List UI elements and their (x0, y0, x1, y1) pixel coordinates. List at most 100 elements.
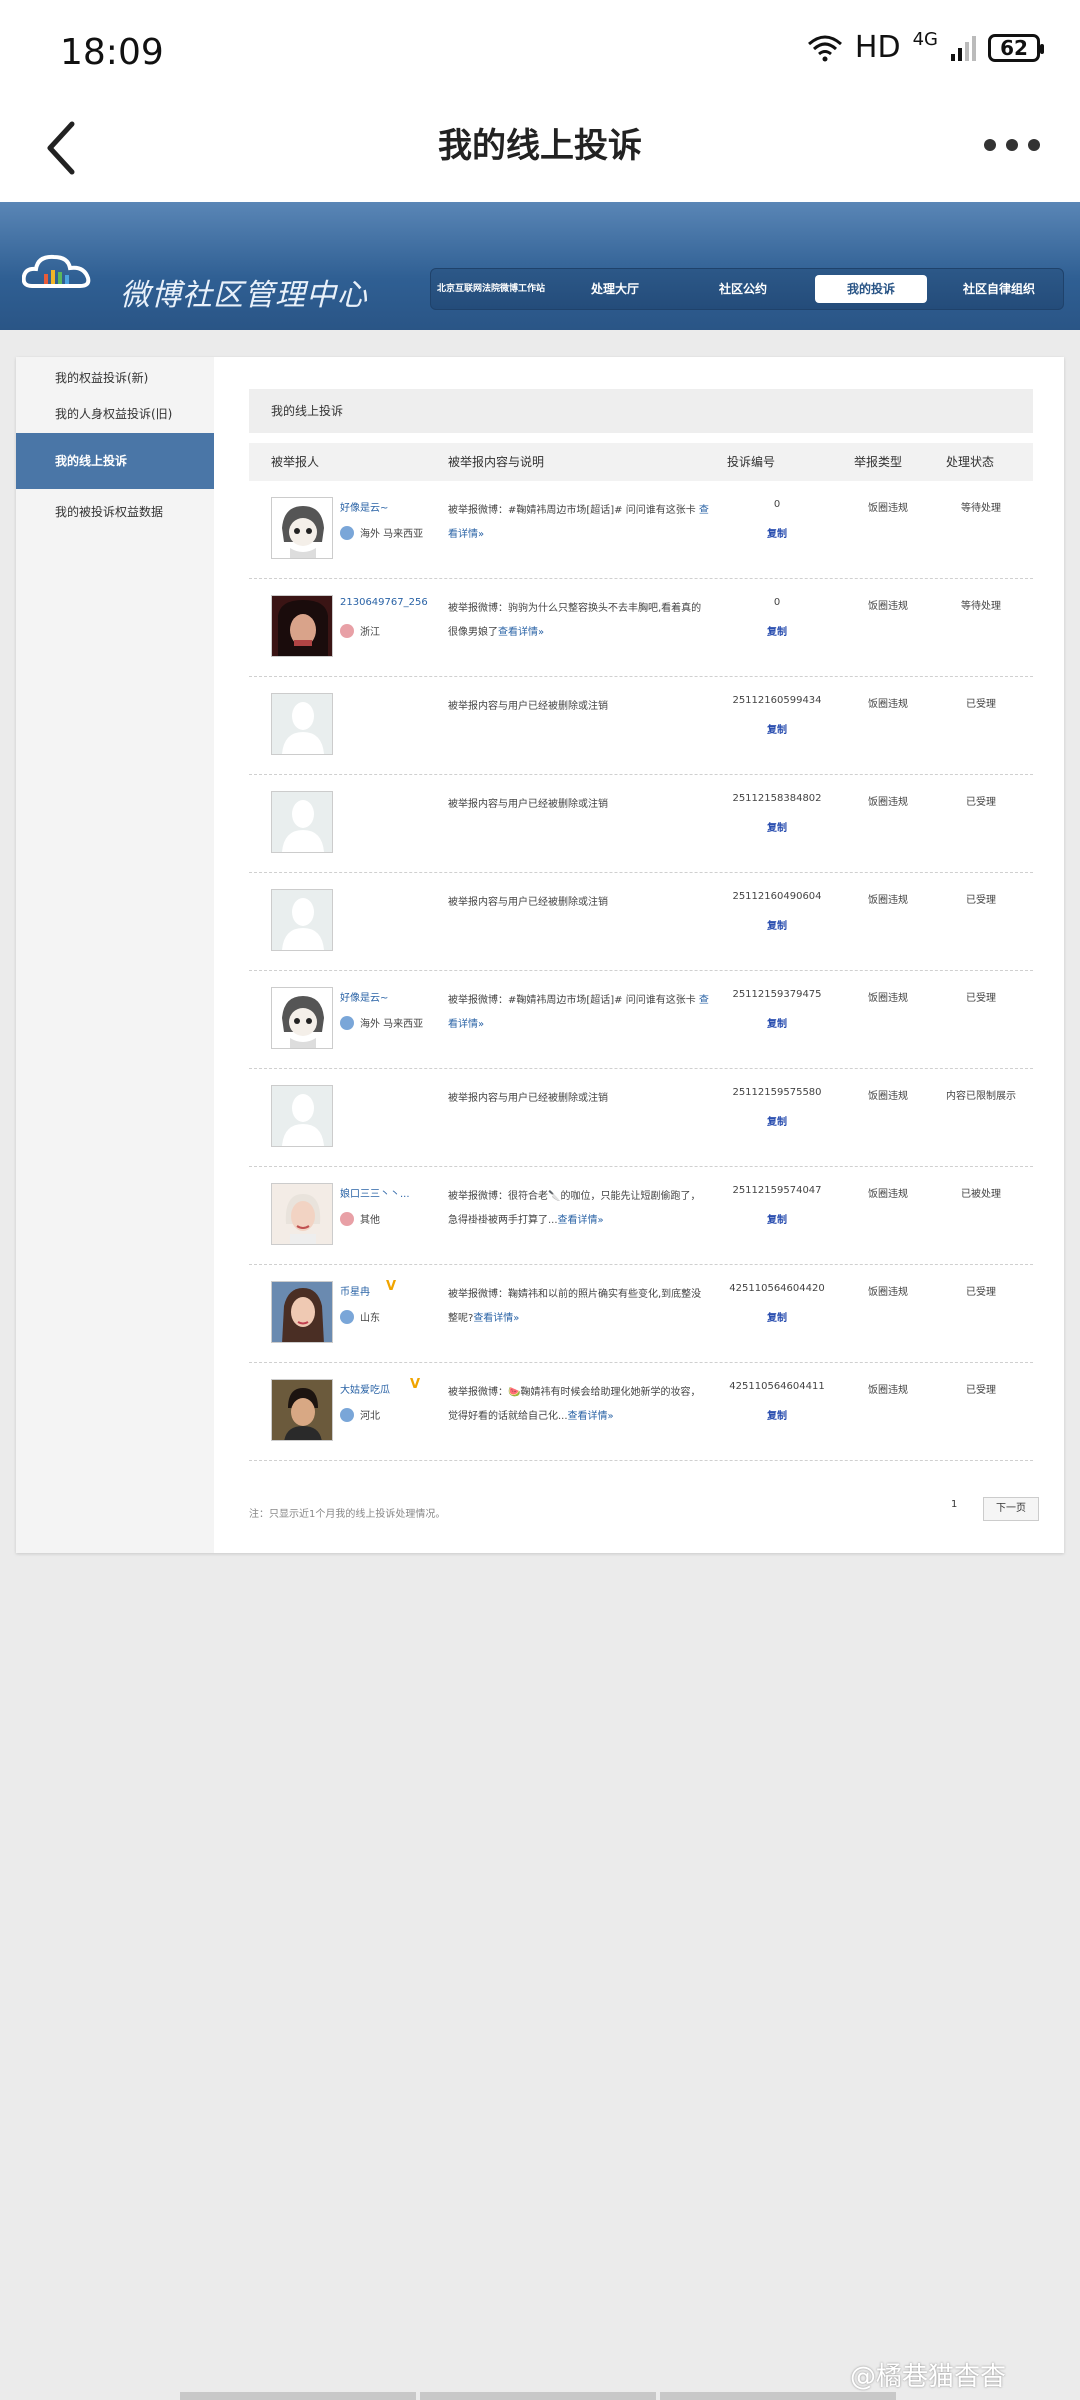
copy-button[interactable]: 复制 (697, 1015, 857, 1030)
copy-button[interactable]: 复制 (697, 525, 857, 540)
copy-button[interactable]: 复制 (697, 819, 857, 834)
watermark: @橘巷猫杳杳 (850, 2362, 1007, 2392)
report-type: 饭圈违规 (868, 601, 908, 612)
reported-user-name[interactable]: 2130649767_256 (340, 597, 428, 608)
table-row: 娘口三三丶丶... 其他 被举报微博：很符合老🔪的咖位，只能先让短剧偷跑了，急得褂褂… (249, 1167, 1033, 1265)
content-panel: 我的权益投诉(新) 我的人身权益投诉(旧) 我的线上投诉 我的被投诉权益数据 我… (16, 357, 1064, 1553)
more-dot-icon (984, 139, 996, 151)
location-text: 浙江 (360, 627, 380, 638)
user-location: 海外 马来西亚 (340, 525, 423, 540)
col-id: 投诉编号 (727, 455, 776, 469)
reported-user-name[interactable]: 币星冉 (340, 1283, 370, 1298)
complaint-id: 25112159575580 (732, 1087, 822, 1098)
location-text: 其他 (360, 1215, 380, 1226)
process-status: 已被处理 (961, 1189, 1001, 1200)
view-details-link[interactable]: 查看详情» (558, 1215, 604, 1226)
nav-item-court[interactable]: 北京互联网法院微博工作站 (431, 269, 551, 309)
description-text: 被举报内容与用户已经被删除或注销 (448, 701, 608, 712)
view-details-link[interactable]: 查看详情» (473, 1313, 519, 1324)
male-user-icon (340, 1015, 354, 1030)
location-text: 海外 马来西亚 (360, 529, 424, 540)
reported-user-name[interactable]: 好像是云~ (340, 989, 388, 1004)
male-user-icon (340, 1309, 354, 1324)
complaint-description: 被举报微博：驹驹为什么只整容换头不去丰胸吧,看着真的很像男娘了查看详情» (448, 597, 710, 645)
avatar[interactable] (271, 987, 333, 1049)
copy-button[interactable]: 复制 (697, 623, 857, 638)
male-user-icon (340, 525, 354, 540)
avatar[interactable] (271, 791, 333, 853)
process-status: 已受理 (966, 797, 996, 808)
copy-button[interactable]: 复制 (697, 917, 857, 932)
avatar[interactable] (271, 595, 333, 657)
avatar[interactable] (271, 1085, 333, 1147)
process-status: 等待处理 (961, 503, 1001, 514)
male-user-icon (340, 1407, 354, 1422)
description-text: 被举报内容与用户已经被删除或注销 (448, 897, 608, 908)
status-time: 18:09 (60, 32, 164, 73)
table-row: 好像是云~ 海外 马来西亚 被举报微博：#鞠婧祎周边市场[超话]# 问问谁有这张卡 … (249, 971, 1033, 1069)
nav-item-self-discipline[interactable]: 社区自律组织 (935, 269, 1063, 309)
page-number[interactable]: 1 (951, 1499, 957, 1510)
table-row: 币星冉 V 山东 被举报微博：鞠婧祎和以前的照片确实有些变化,到底整没整呢?查看详情»… (249, 1265, 1033, 1363)
description-text: 被举报内容与用户已经被删除或注销 (448, 799, 608, 810)
user-location: 河北 (340, 1407, 380, 1422)
top-nav: 北京互联网法院微博工作站 处理大厅 社区公约 我的投诉 社区自律组织 (430, 268, 1064, 310)
complaint-id: 0 (773, 597, 781, 608)
copy-button[interactable]: 复制 (697, 1407, 857, 1422)
reported-user-name[interactable]: 大姑爱吃瓜 (340, 1381, 390, 1396)
avatar[interactable] (271, 1281, 333, 1343)
nav-item-convention[interactable]: 社区公约 (679, 269, 807, 309)
complaint-description: 被举报内容与用户已经被删除或注销 (448, 793, 710, 817)
reported-user-name[interactable]: 娘口三三丶丶... (340, 1185, 410, 1200)
complaint-description: 被举报内容与用户已经被删除或注销 (448, 1087, 710, 1111)
battery-level: 62 (1000, 35, 1028, 60)
sidebar-item-online[interactable]: 我的线上投诉 (16, 433, 214, 489)
hd-indicator: HD (854, 30, 901, 65)
report-type: 饭圈违规 (868, 503, 908, 514)
report-type: 饭圈违规 (868, 895, 908, 906)
bottom-bar-segment (420, 2392, 656, 2400)
complaint-id: 425110564604420 (729, 1283, 825, 1294)
cell-type: 4G (912, 29, 938, 50)
report-type: 饭圈违规 (868, 1091, 908, 1102)
table-row: 被举报内容与用户已经被删除或注销 25112159575580 复制 饭圈违规 内容已限… (249, 1069, 1033, 1167)
page-title: 我的线上投诉 (438, 126, 642, 166)
complaint-list: 好像是云~ 海外 马来西亚 被举报微博：#鞠婧祎周边市场[超话]# 问问谁有这张卡 … (249, 481, 1033, 1461)
more-button[interactable] (972, 120, 1052, 170)
avatar[interactable] (271, 1183, 333, 1245)
section-title: 我的线上投诉 (249, 389, 1033, 433)
nav-item-my-complaints[interactable]: 我的投诉 (815, 275, 927, 303)
location-text: 山东 (360, 1313, 380, 1324)
avatar[interactable] (271, 497, 333, 559)
complaint-description: 被举报微博：🍉鞠婧祎有时候会给助理化她新学的妆容，觉得好看的话就给自己化...查… (448, 1381, 710, 1429)
sidebar: 我的权益投诉(新) 我的人身权益投诉(旧) 我的线上投诉 我的被投诉权益数据 (16, 357, 214, 1553)
app-bar: 我的线上投诉 (0, 100, 1080, 205)
more-dot-icon (1006, 139, 1018, 151)
nav-item-hall[interactable]: 处理大厅 (551, 269, 679, 309)
sidebar-item-rights-new[interactable]: 我的权益投诉(新) (16, 369, 214, 386)
view-details-link[interactable]: 查看详情» (498, 627, 544, 638)
view-details-link[interactable]: 查看详情» (568, 1411, 614, 1422)
table-row: 被举报内容与用户已经被删除或注销 25112160599434 复制 饭圈违规 已受理 (249, 677, 1033, 775)
copy-button[interactable]: 复制 (697, 721, 857, 736)
table-row: 被举报内容与用户已经被删除或注销 25112158384802 复制 饭圈违规 已受理 (249, 775, 1033, 873)
col-content: 被举报内容与说明 (448, 455, 545, 469)
table-row: 2130649767_256 浙江 被举报微博：驹驹为什么只整容换头不去丰胸吧,看着… (249, 579, 1033, 677)
complaint-id: 25112160490604 (732, 891, 822, 902)
user-location: 其他 (340, 1211, 380, 1226)
next-page-button[interactable]: 下一页 (983, 1497, 1039, 1521)
reported-user-name[interactable]: 好像是云~ (340, 499, 388, 514)
sidebar-item-personal-old[interactable]: 我的人身权益投诉(旧) (16, 405, 214, 422)
avatar[interactable] (271, 693, 333, 755)
avatar[interactable] (271, 889, 333, 951)
avatar[interactable] (271, 1379, 333, 1441)
copy-button[interactable]: 复制 (697, 1309, 857, 1324)
report-type: 饭圈违规 (868, 993, 908, 1004)
bottom-bar-segment (660, 2392, 896, 2400)
copy-button[interactable]: 复制 (697, 1113, 857, 1128)
sidebar-item-reported-data[interactable]: 我的被投诉权益数据 (16, 503, 214, 520)
copy-button[interactable]: 复制 (697, 1211, 857, 1226)
table-header: 被举报人 被举报内容与说明 投诉编号 举报类型 处理状态 (249, 443, 1033, 481)
signal-icon (951, 35, 976, 61)
process-status: 已受理 (966, 1287, 996, 1298)
